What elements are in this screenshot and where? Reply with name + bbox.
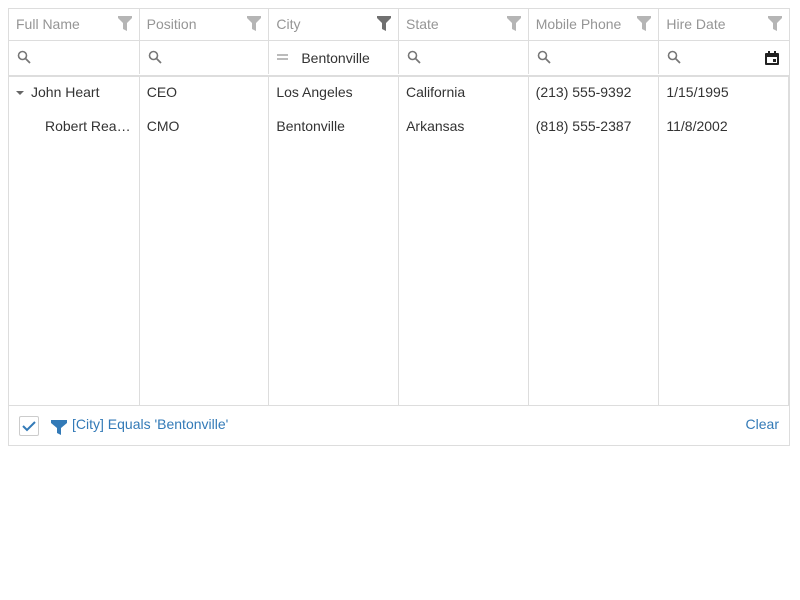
search-icon[interactable] (667, 50, 681, 64)
cell-mobile-phone: (213) 555-9392 (535, 84, 632, 100)
cell-hire-date: 11/8/2002 (666, 118, 728, 134)
search-icon[interactable] (407, 50, 421, 64)
filter-icon[interactable] (117, 16, 132, 31)
filter-icon[interactable] (247, 16, 262, 31)
search-icon[interactable] (148, 50, 162, 64)
filter-cell-hire-date[interactable] (659, 41, 789, 74)
chevron-down-icon[interactable] (15, 90, 25, 96)
calendar-icon[interactable] (764, 50, 780, 66)
cell-position: CMO (146, 118, 180, 134)
column-header-label: Hire Date (666, 16, 726, 32)
filter-enabled-checkbox[interactable] (19, 416, 39, 436)
equals-icon[interactable] (277, 54, 289, 60)
filter-icon[interactable] (506, 16, 521, 31)
filter-icon[interactable] (768, 16, 783, 31)
cell-hire-date: 1/15/1995 (666, 84, 729, 100)
grid-body: John Heart CEO Los Angeles California (2… (9, 75, 790, 405)
cell-full-name: Robert Reagan (45, 118, 140, 134)
filter-active-icon[interactable] (377, 16, 392, 31)
column-header-label: State (406, 16, 439, 32)
cell-position: CEO (146, 84, 178, 100)
cell-mobile-phone: (818) 555-2387 (535, 118, 632, 134)
filter-cell-mobile-phone[interactable] (529, 41, 660, 74)
table-row[interactable]: John Heart CEO Los Angeles California (2… (9, 75, 789, 109)
search-icon[interactable] (17, 50, 31, 64)
column-header-state[interactable]: State (399, 9, 529, 40)
column-header-city[interactable]: City (269, 9, 400, 40)
filter-cell-position[interactable] (140, 41, 270, 74)
filter-cell-full-name[interactable] (9, 41, 140, 74)
column-header-label: Full Name (16, 16, 80, 32)
column-header-label: Position (146, 16, 197, 32)
filter-cell-city[interactable]: Bentonville (269, 41, 400, 74)
filter-row: Bentonville (9, 41, 789, 77)
column-header-hire-date[interactable]: Hire Date (659, 9, 789, 40)
cell-state: Arkansas (406, 118, 465, 134)
filter-icon[interactable] (51, 420, 67, 435)
clear-filter-link[interactable]: Clear (746, 416, 779, 432)
filter-expression-link[interactable]: [City] Equals 'Bentonville' (72, 416, 228, 432)
cell-state: California (406, 84, 466, 100)
cell-city: Bentonville (276, 118, 345, 134)
column-header-label: City (276, 16, 301, 32)
column-header-mobile-phone[interactable]: Mobile Phone (529, 9, 660, 40)
column-header-position[interactable]: Position (140, 9, 270, 40)
full-name-value: John Heart (31, 84, 100, 100)
column-header-full-name[interactable]: Full Name (9, 9, 140, 40)
table-row[interactable]: Robert Reagan CMO Bentonville Arkansas (… (9, 109, 789, 143)
city-filter-input[interactable]: Bentonville (301, 50, 370, 66)
filter-icon[interactable] (637, 16, 652, 31)
header-row: Full Name Position City State Mobile Pho… (9, 9, 789, 41)
cell-city: Los Angeles (276, 84, 353, 100)
check-icon (22, 421, 36, 432)
cell-full-name: John Heart (9, 75, 140, 109)
data-grid: Full Name Position City State Mobile Pho… (8, 8, 790, 446)
search-icon[interactable] (537, 50, 551, 64)
filter-panel: [City] Equals 'Bentonville' Clear (9, 405, 789, 447)
column-header-label: Mobile Phone (535, 16, 622, 32)
filter-cell-state[interactable] (399, 41, 529, 74)
